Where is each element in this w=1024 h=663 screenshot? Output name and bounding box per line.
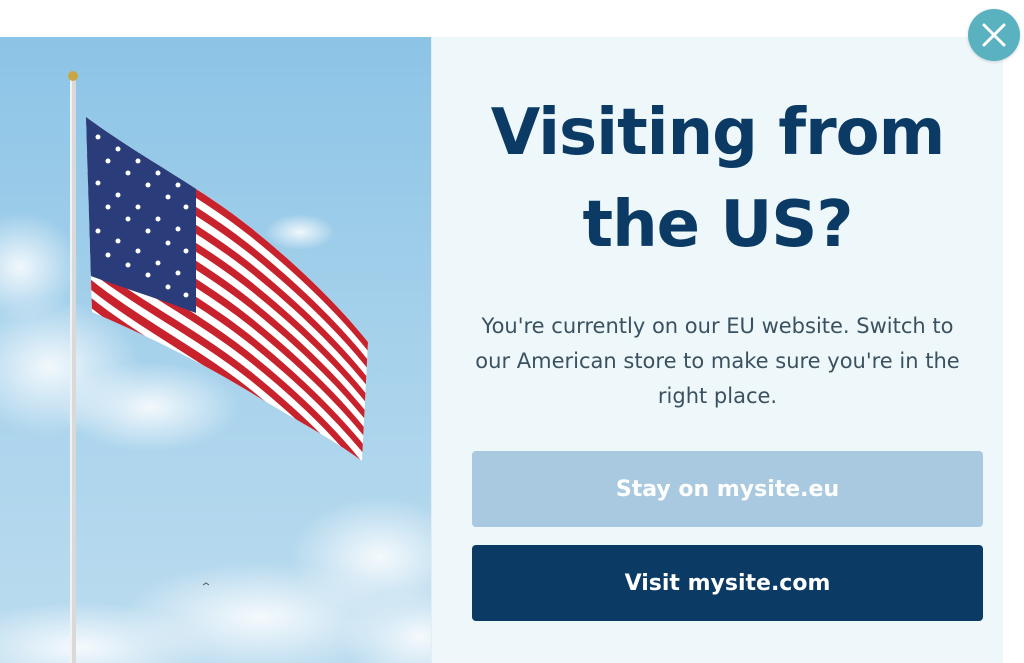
popup-content: Visiting from the US? You're currently o… — [431, 37, 1003, 663]
visit-us-site-button[interactable]: Visit mysite.com — [472, 545, 983, 621]
popup-description: You're currently on our EU website. Swit… — [475, 314, 960, 408]
stay-on-eu-button[interactable]: Stay on mysite.eu — [472, 451, 983, 527]
flag-image — [0, 37, 431, 663]
close-button[interactable] — [968, 9, 1020, 61]
popup-headline: Visiting from the US? — [490, 96, 946, 262]
close-icon — [981, 22, 1007, 48]
region-redirect-popup: Visiting from the US? You're currently o… — [0, 37, 1003, 663]
page: Visiting from the US? You're currently o… — [0, 0, 1024, 663]
